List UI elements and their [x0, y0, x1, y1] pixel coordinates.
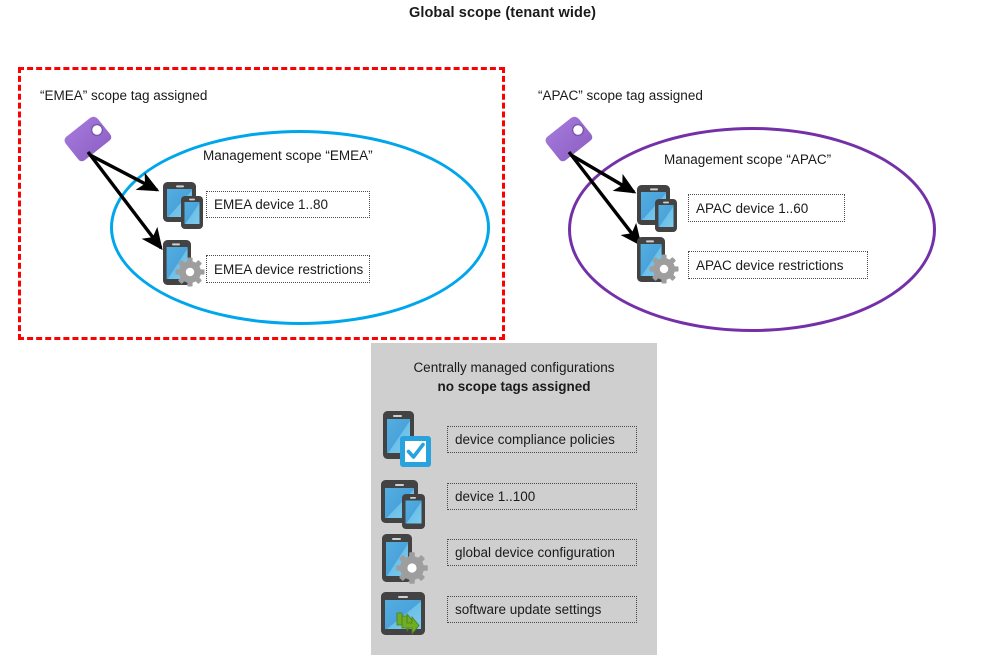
central-item-label-devices: device 1..100 — [447, 483, 637, 510]
apac-devices-label: APAC device 1..60 — [688, 194, 845, 222]
apac-tag-icon — [545, 116, 593, 162]
apac-management-scope-label: Management scope “APAC” — [664, 152, 832, 167]
central-title-line2: no scope tags assigned — [437, 379, 591, 394]
global-scope-title: Global scope (tenant wide) — [408, 5, 597, 21]
central-panel-title: Centrally managed configurations no scop… — [371, 358, 657, 396]
apac-device-restrictions-label: APAC device restrictions — [688, 251, 868, 279]
central-title-line1: Centrally managed configurations — [413, 360, 615, 375]
emea-scope-tag-label: “EMEA” scope tag assigned — [40, 88, 208, 103]
emea-devices-label: EMEA device 1..80 — [206, 191, 370, 218]
central-item-label-global-config: global device configuration — [447, 539, 637, 566]
central-item-label-compliance: device compliance policies — [447, 426, 637, 453]
diagram-canvas: Global scope (tenant wide) “EMEA” scope … — [0, 0, 1005, 672]
central-item-label-software-update: software update settings — [447, 596, 637, 623]
emea-management-scope-label: Management scope “EMEA” — [203, 148, 373, 163]
emea-device-restrictions-label: EMEA device restrictions — [206, 255, 370, 283]
apac-scope-tag-label: “APAC” scope tag assigned — [538, 88, 703, 103]
